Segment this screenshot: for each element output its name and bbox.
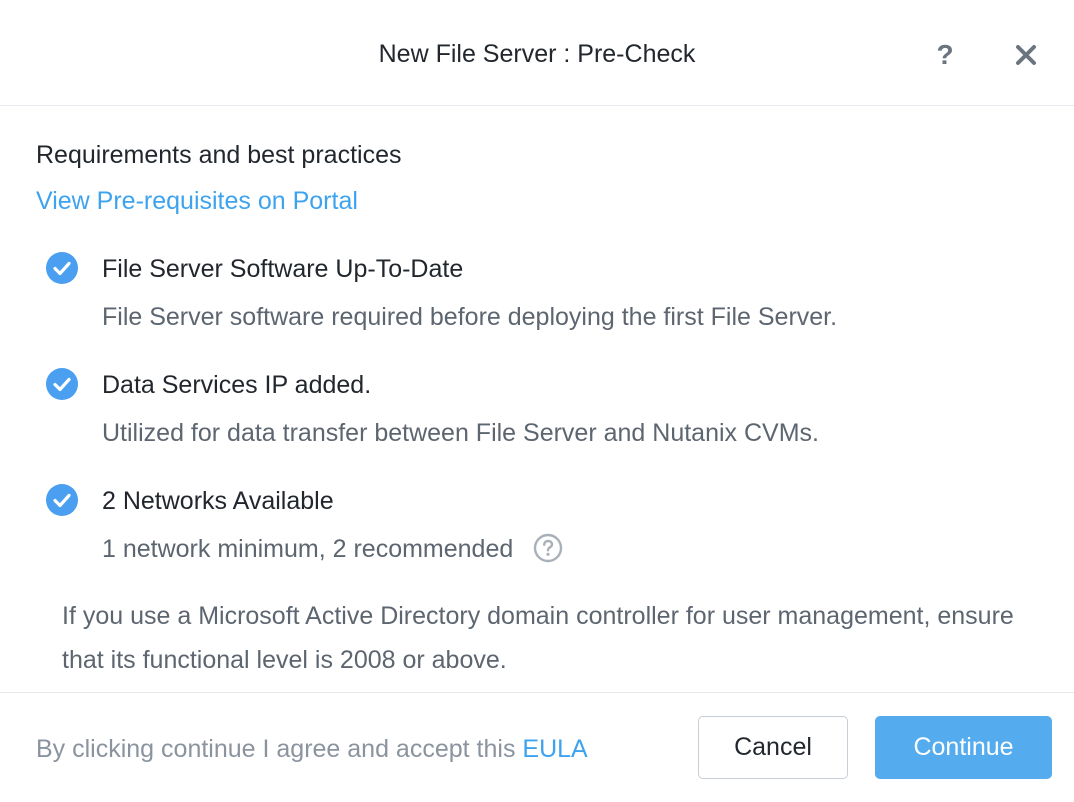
check-description-row: 1 network minimum, 2 recommended [102, 534, 563, 564]
check-description: 1 network minimum, 2 recommended [102, 535, 514, 563]
cancel-button[interactable]: Cancel [698, 716, 848, 779]
eula-statement: By clicking continue I agree and accept … [36, 734, 588, 764]
question-circle-icon[interactable] [533, 533, 563, 563]
check-circle-icon [46, 484, 78, 516]
eula-link[interactable]: EULA [522, 735, 587, 763]
dialog-body: Requirements and best practices View Pre… [0, 106, 1074, 692]
requirements-heading: Requirements and best practices [36, 141, 402, 169]
active-directory-note: If you use a Microsoft Active Directory … [62, 602, 1014, 674]
close-icon [1016, 45, 1036, 65]
view-prerequisites-link[interactable]: View Pre-requisites on Portal [36, 186, 358, 216]
check-title: File Server Software Up-To-Date [102, 255, 464, 283]
check-title: Data Services IP added. [102, 371, 372, 399]
dialog-footer: By clicking continue I agree and accept … [0, 692, 1074, 802]
check-circle-icon [46, 252, 78, 284]
check-description: File Server software required before dep… [102, 303, 838, 331]
check-description: Utilized for data transfer between File … [102, 419, 819, 447]
pre-check-dialog: New File Server : Pre-Check ? Requiremen… [0, 0, 1074, 802]
check-title: 2 Networks Available [102, 487, 334, 515]
dialog-header: New File Server : Pre-Check ? [0, 0, 1074, 106]
eula-prefix: By clicking continue I agree and accept … [36, 735, 523, 763]
check-circle-icon [46, 368, 78, 400]
help-button[interactable]: ? [930, 38, 960, 72]
continue-button[interactable]: Continue [875, 716, 1052, 779]
close-button[interactable] [1010, 39, 1042, 71]
dialog-title: New File Server : Pre-Check [378, 40, 696, 68]
